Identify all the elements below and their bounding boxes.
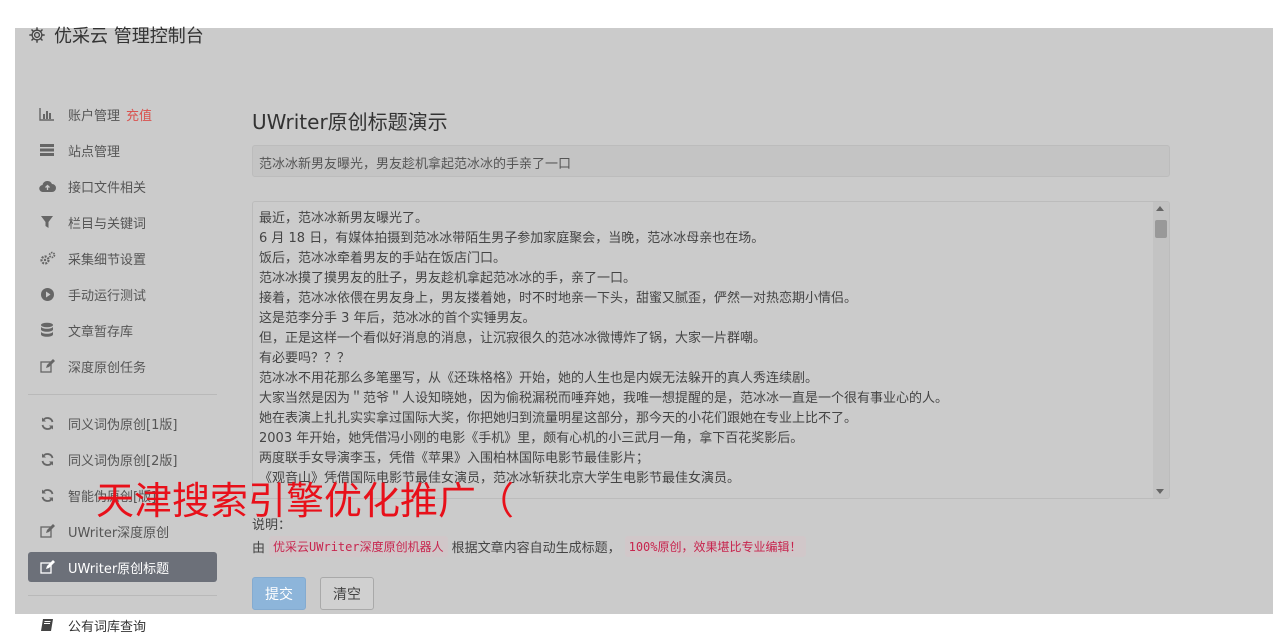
edit-icon [38,523,56,539]
cloud-upload-icon [38,178,56,194]
article-line: 范冰冰摸了摸男友的肚子，男友趁机拿起范冰冰的手，亲了一口。 [259,271,637,286]
article-line: 两度联手女导演李玉，凭借《苹果》入围柏林国际电影节最佳影片； [259,451,650,466]
sidebar-item-label: UWriter原创标题 [68,561,170,577]
sidebar-item-manual-run[interactable]: 手动运行测试 [28,279,217,309]
sidebar-item-account[interactable]: 账户管理 充值 [28,99,217,129]
sidebar-item-label: 同义词伪原创[2版] [68,453,178,469]
sidebar-item-collect-settings[interactable]: 采集细节设置 [28,243,217,273]
article-line: 她在表演上扎扎实实拿过国际大奖，你把她归到流量明星这部分，那今天的小花们跟她在专… [259,411,858,426]
page-title: UWriter原创标题演示 [252,110,448,134]
textarea-scrollbar[interactable] [1153,202,1169,498]
refresh-icon [38,415,56,431]
gears-icon [38,250,56,266]
app-title-text: 优采云 管理控制台 [54,26,204,47]
refresh-icon [38,487,56,503]
title-input[interactable]: 范冰冰新男友曝光，男友趁机拿起范冰冰的手亲了一口 [252,145,1170,177]
refresh-icon [38,451,56,467]
article-line: 有必要吗？？？ [259,351,351,366]
scroll-down-icon[interactable] [1156,489,1164,494]
sidebar-item-article-store[interactable]: 文章暂存库 [28,315,217,345]
article-line: 饭后，范冰冰牵着男友的手站在饭店门口。 [259,251,507,266]
sidebar-item-label: 同义词伪原创[1版] [68,417,178,433]
sidebar-item-public-lexicon[interactable]: 公有词库查询 [28,614,218,636]
article-line: 6 月 18 日，有媒体拍摄到范冰冰带陌生男子参加家庭聚会，当晚，范冰冰母亲也在… [259,231,765,246]
description-text: 由 优采云UWriter深度原创机器人 根据文章内容自动生成标题， 100%原创… [252,536,806,557]
sidebar-item-label: 站点管理 [68,144,121,160]
sidebar-item-label: 采集细节设置 [68,252,147,268]
submit-button[interactable]: 提交 [252,577,306,610]
desc-highlight: 100%原创，效果堪比专业编辑！ [624,536,806,557]
article-line: 最近，范冰冰新男友曝光了。 [259,211,429,226]
article-line: 这是范李分手 3 年后，范冰冰的首个实锤男友。 [259,311,536,326]
sidebar-divider [28,394,217,395]
sidebar-item-columns-keywords[interactable]: 栏目与关键词 [28,207,217,237]
sidebar-item-sites[interactable]: 站点管理 [28,135,217,165]
article-line: 范冰冰不用花那么多笔墨写，从《还珠格格》开始，她的人生也是内娱无法躲开的真人秀连… [259,371,819,386]
sidebar-item-label: 公有词库查询 [68,619,147,635]
article-line: 接着，范冰冰依偎在男友身上，男友搂着她，时不时地亲一下头，甜蜜又腻歪，俨然一对热… [259,291,858,306]
article-line: 但，正是这样一个看似好消息的消息，让沉寂很久的范冰冰微博炸了锅，大家一片群嘲。 [259,331,767,346]
sidebar-item-deep-original-tasks[interactable]: 深度原创任务 [28,351,217,381]
desc-robot-name: 优采云UWriter深度原创机器人 [269,536,448,557]
scroll-up-icon[interactable] [1156,206,1164,211]
sidebar-item-label: 接口文件相关 [68,180,147,196]
sidebar-item-label: 手动运行测试 [68,288,147,304]
sidebar-item-uwriter-title[interactable]: UWriter原创标题 [28,552,217,582]
article-line: 大家当然是因为＂范爷＂人设知晓她，因为偷税漏税而唾弃她，我唯一想提醒的是，范冰冰… [259,391,949,406]
app-title: 优采云 管理控制台 [28,22,204,48]
gear-icon [29,27,45,43]
sidebar-item-label: 账户管理 充值 [68,108,153,124]
article-textarea[interactable]: 最近，范冰冰新男友曝光了。 6 月 18 日，有媒体拍摄到范冰冰带陌生男子参加家庭… [252,201,1170,499]
bar-chart-icon [38,106,56,122]
filter-icon [38,214,56,230]
sidebar-item-interface-files[interactable]: 接口文件相关 [28,171,217,201]
edit-icon [38,559,56,575]
sidebar-item-label: 深度原创任务 [68,360,147,376]
play-circle-icon [38,286,56,302]
database-icon [38,322,56,338]
server-icon [38,142,56,158]
desc-prefix: 由 [252,541,266,556]
recharge-link[interactable]: 充值 [126,109,152,124]
sidebar-divider [28,595,217,596]
clear-button[interactable]: 清空 [320,577,374,610]
sidebar-item-label: 文章暂存库 [68,324,134,340]
sidebar-item-synonym-v1[interactable]: 同义词伪原创[1版] [28,408,217,438]
desc-middle: 根据文章内容自动生成标题， [451,541,621,556]
watermark-overlay-text: 天津搜索引擎优化推广（ [96,479,515,523]
article-line: 2003 年开始，她凭借冯小刚的电影《手机》里，颇有心机的小三武月一角，拿下百花… [259,431,804,446]
scroll-thumb[interactable] [1155,220,1167,238]
book-icon [38,617,56,633]
edit-icon [38,358,56,374]
article-content: 最近，范冰冰新男友曝光了。 6 月 18 日，有媒体拍摄到范冰冰带陌生男子参加家庭… [259,209,1149,489]
sidebar-item-label: 栏目与关键词 [68,216,147,232]
